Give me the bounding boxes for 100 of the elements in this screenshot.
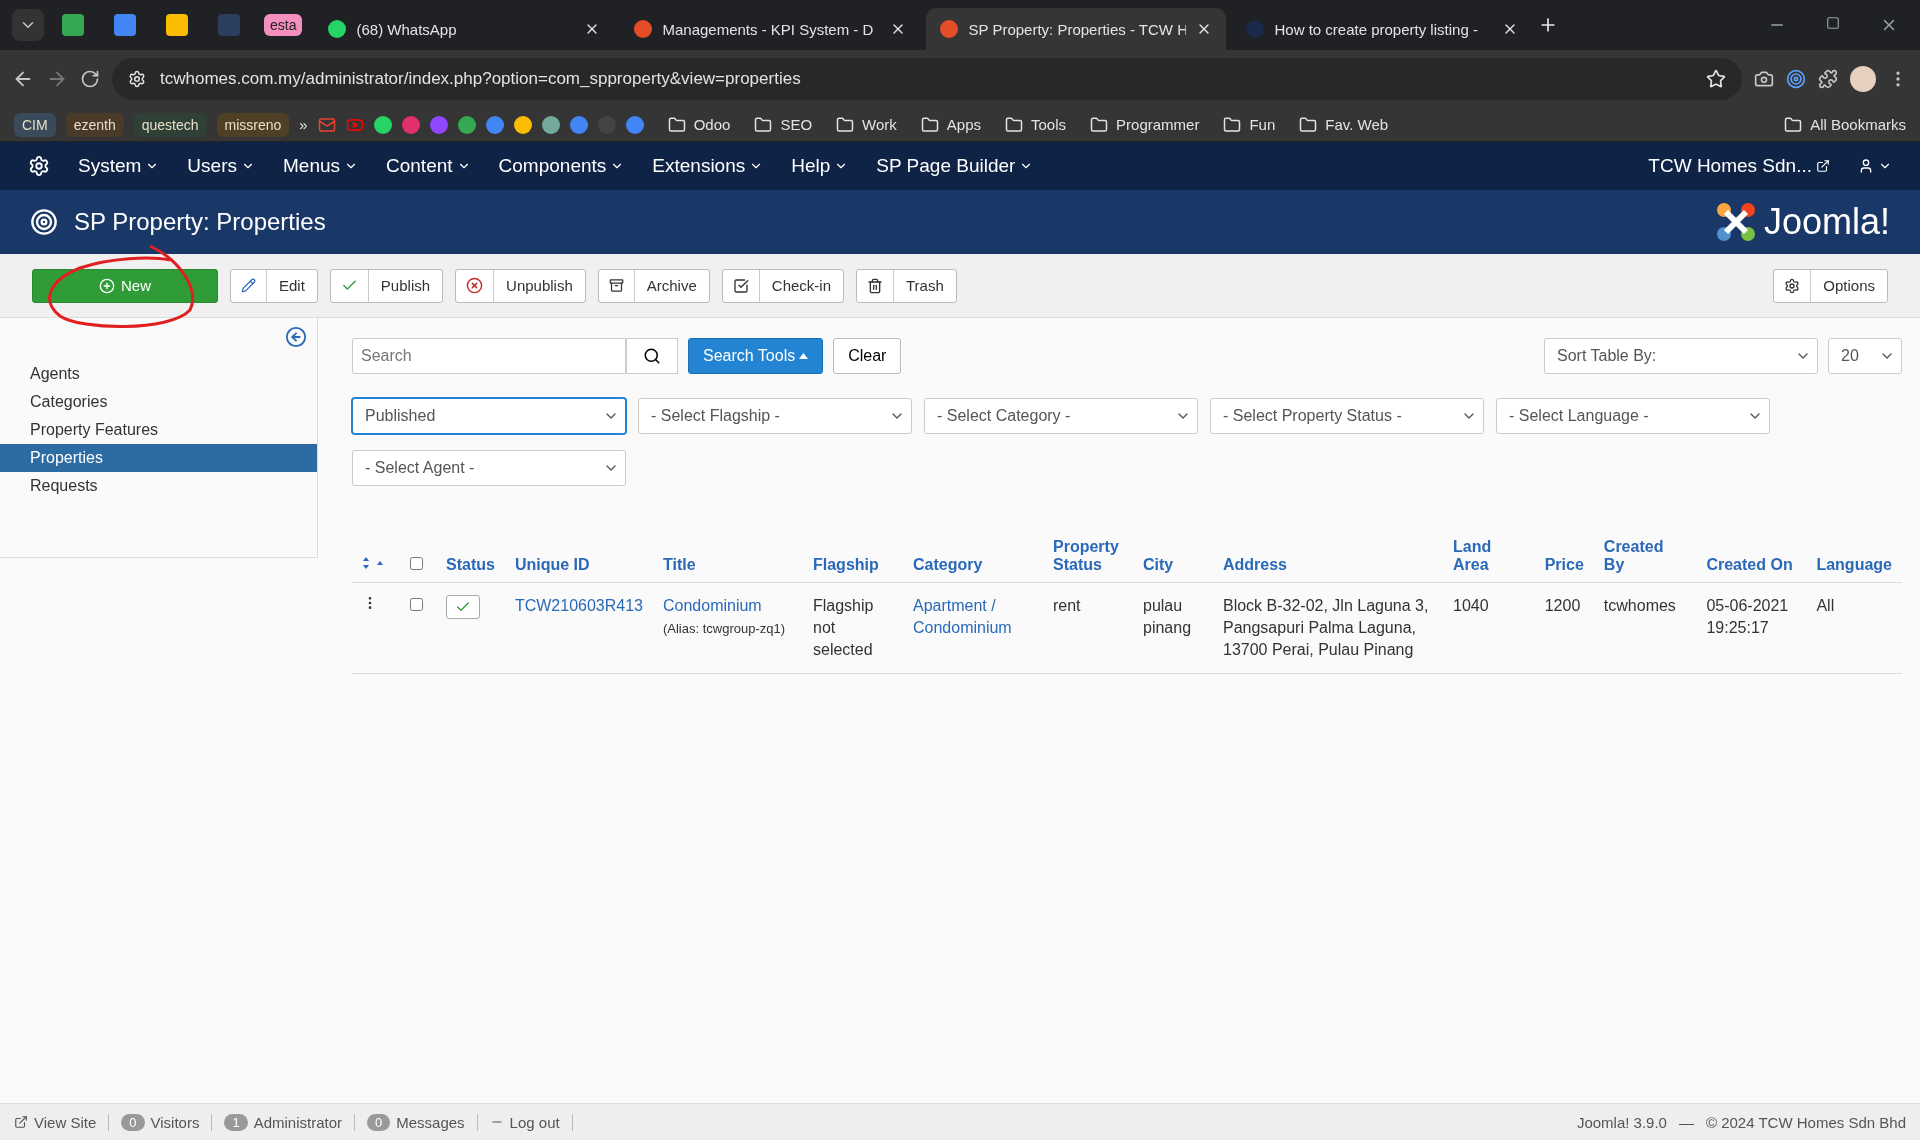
more-bookmarks-button[interactable]: »: [299, 116, 308, 133]
mail-icon[interactable]: [317, 115, 336, 134]
status-bar-link[interactable]: 0 Messages: [367, 1113, 478, 1131]
column-header[interactable]: Category: [903, 530, 1043, 583]
nav-menu[interactable]: SP Page Builder: [876, 155, 1034, 177]
filter-select[interactable]: - Select Language -: [1496, 398, 1770, 434]
browser-tab[interactable]: Managements - KPI System - D: [620, 8, 921, 50]
browser-tab[interactable]: How to create property listing -: [1232, 8, 1533, 50]
column-header[interactable]: Land Area: [1443, 530, 1535, 583]
site-link[interactable]: TCW Homes Sdn...: [1648, 155, 1830, 177]
column-header[interactable]: Unique ID: [504, 530, 653, 583]
bookmark-chip[interactable]: questech: [133, 112, 207, 137]
limit-select[interactable]: 20: [1828, 338, 1902, 374]
nav-menu[interactable]: System: [78, 155, 160, 177]
user-menu[interactable]: [1858, 158, 1892, 174]
bookmark-icon[interactable]: [541, 115, 560, 134]
trash-button[interactable]: Trash: [856, 268, 957, 303]
column-header[interactable]: Created By: [1593, 530, 1697, 583]
unpublish-button[interactable]: Unpublish: [455, 268, 586, 303]
sort-arrows-icon[interactable]: [362, 556, 386, 570]
site-info-icon[interactable]: [128, 70, 146, 88]
column-header[interactable]: City: [1133, 530, 1213, 583]
status-bar-link[interactable]: 1 Administrator: [224, 1113, 355, 1131]
bookmark-chip[interactable]: CIM: [14, 112, 56, 137]
options-button[interactable]: Options: [1773, 268, 1888, 303]
bookmark-chip[interactable]: missreno: [216, 112, 290, 137]
restore-icon[interactable]: [1826, 16, 1840, 30]
bookmark-folder[interactable]: Fav. Web: [1299, 115, 1389, 134]
filter-select[interactable]: - Select Flagship -: [638, 398, 912, 434]
filter-select[interactable]: Published: [352, 398, 626, 434]
bookmark-icon[interactable]: [625, 115, 644, 134]
filter-select[interactable]: - Select Property Status -: [1210, 398, 1484, 434]
nav-menu[interactable]: Menus: [283, 155, 358, 177]
pinned-tab-icon[interactable]: [114, 14, 136, 36]
search-button[interactable]: [626, 338, 678, 374]
column-header[interactable]: Price: [1534, 530, 1594, 583]
bookmark-folder[interactable]: SEO: [754, 115, 813, 134]
clear-button[interactable]: Clear: [833, 338, 902, 374]
sidebar-item[interactable]: Agents: [0, 360, 317, 388]
bookmark-icon[interactable]: [457, 115, 476, 134]
profile-avatar[interactable]: [1850, 66, 1876, 92]
row-checkbox[interactable]: [410, 598, 423, 611]
column-header[interactable]: Language: [1806, 530, 1902, 583]
tab-search-button[interactable]: [12, 9, 44, 41]
browser-tab[interactable]: (68) WhatsApp: [314, 8, 615, 50]
column-header[interactable]: Status: [436, 530, 505, 583]
browser-tab[interactable]: SP Property: Properties - TCW H: [926, 8, 1227, 50]
bookmark-chip[interactable]: ezenth: [65, 112, 124, 137]
filter-select[interactable]: - Select Category -: [924, 398, 1198, 434]
status-toggle[interactable]: [446, 595, 480, 619]
select-all-checkbox[interactable]: [410, 557, 423, 570]
nav-menu[interactable]: Components: [498, 155, 625, 177]
bookmark-icon[interactable]: [569, 115, 588, 134]
bookmark-folder[interactable]: Fun: [1223, 115, 1276, 134]
camera-icon[interactable]: [1754, 69, 1774, 89]
sidebar-item[interactable]: Property Features: [0, 416, 317, 444]
edit-button[interactable]: Edit: [230, 268, 318, 303]
nav-menu[interactable]: Users: [187, 155, 255, 177]
reload-icon[interactable]: [80, 69, 100, 89]
nav-menu[interactable]: Content: [386, 155, 471, 177]
sort-select[interactable]: Sort Table By:: [1544, 338, 1818, 374]
sidebar-item[interactable]: Categories: [0, 388, 317, 416]
status-bar-link[interactable]: Log out: [489, 1113, 573, 1131]
bookmark-icon[interactable]: [513, 115, 532, 134]
bookmark-folder[interactable]: Apps: [920, 115, 981, 134]
bookmark-folder[interactable]: Work: [836, 115, 897, 134]
bookmark-folder[interactable]: All Bookmarks: [1784, 115, 1906, 134]
check-in-button[interactable]: Check-in: [721, 268, 844, 303]
pinned-tab-icon[interactable]: [62, 14, 84, 36]
collapse-sidebar-icon[interactable]: [285, 326, 307, 348]
column-header[interactable]: Property Status: [1043, 530, 1133, 583]
archive-button[interactable]: Archive: [597, 268, 710, 303]
title-link[interactable]: Condominium: [663, 595, 762, 617]
column-header[interactable]: Address: [1213, 530, 1443, 583]
address-bar[interactable]: tcwhomes.com.my/administrator/index.php?option=com_spproperty&view=properties: [112, 58, 1742, 100]
bookmark-star-icon[interactable]: [1706, 69, 1726, 89]
status-bar-link[interactable]: View Site: [14, 1113, 110, 1131]
search-tools-button[interactable]: Search Tools: [688, 338, 824, 374]
column-header[interactable]: Title: [653, 530, 803, 583]
column-header[interactable]: Flagship: [803, 530, 903, 583]
pinned-tab-icon[interactable]: [166, 14, 188, 36]
sidebar-item[interactable]: Properties: [0, 444, 317, 472]
publish-button[interactable]: Publish: [329, 268, 444, 303]
extension-icon[interactable]: [1786, 69, 1806, 89]
bookmark-icon[interactable]: [373, 115, 392, 134]
sidebar-item[interactable]: Requests: [0, 472, 317, 500]
status-bar-link[interactable]: 0 Visitors: [121, 1113, 213, 1131]
bookmark-folder[interactable]: Programmer: [1090, 115, 1200, 134]
search-field[interactable]: Search: [352, 338, 626, 374]
nav-menu[interactable]: Extensions: [652, 155, 764, 177]
category-link[interactable]: Apartment / Condominium: [913, 595, 1033, 639]
bookmark-folder[interactable]: Odoo: [667, 115, 731, 134]
bookmark-icon[interactable]: [485, 115, 504, 134]
unique-id-link[interactable]: TCW210603R413: [514, 595, 643, 617]
column-header[interactable]: Created On: [1696, 530, 1807, 583]
pinned-tab[interactable]: esta: [264, 14, 303, 36]
extensions-icon[interactable]: [1818, 69, 1838, 89]
filter-select[interactable]: - Select Agent -: [352, 450, 626, 486]
bookmark-folder[interactable]: Tools: [1005, 115, 1067, 134]
nav-menu[interactable]: Help: [791, 155, 849, 177]
